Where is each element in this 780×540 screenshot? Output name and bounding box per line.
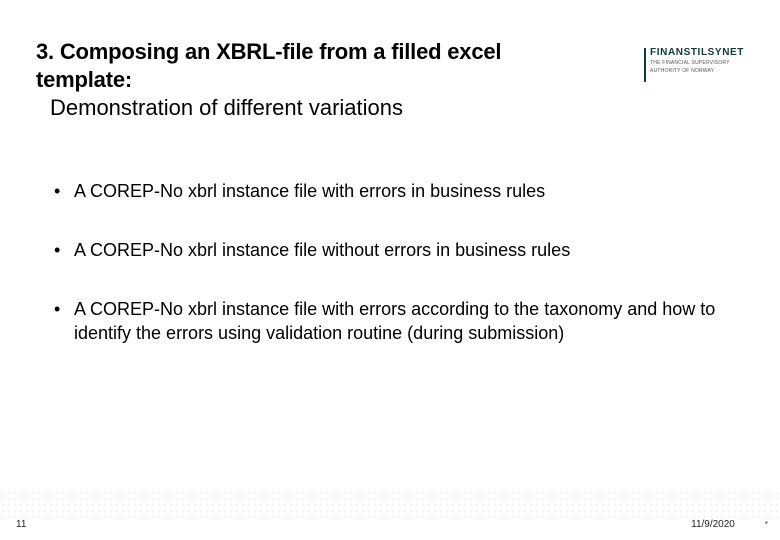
slide: 3. Composing an XBRL-file from a filled … (0, 0, 780, 540)
dotted-divider-icon (0, 490, 780, 518)
title-block: 3. Composing an XBRL-file from a filled … (36, 38, 566, 122)
logo-name: FINANSTILSYNET (650, 48, 744, 58)
page-number: 11 (16, 519, 26, 530)
bullet-list: A COREP-No xbrl instance file with error… (48, 180, 744, 346)
list-item: A COREP-No xbrl instance file with error… (48, 298, 744, 345)
slide-title-bold: 3. Composing an XBRL-file from a filled … (36, 38, 566, 93)
logo-bar-icon (644, 48, 646, 82)
header-row: 3. Composing an XBRL-file from a filled … (36, 38, 744, 122)
logo-tagline-1: THE FINANCIAL SUPERVISORY (650, 60, 744, 66)
logo-text: FINANSTILSYNET THE FINANCIAL SUPERVISORY… (650, 48, 744, 74)
content: A COREP-No xbrl instance file with error… (36, 180, 744, 346)
logo-tagline-2: AUTHORITY OF NORWAY (650, 68, 744, 74)
list-item: A COREP-No xbrl instance file with error… (48, 180, 744, 203)
footer-right: 11/9/2020 * (691, 519, 768, 530)
footer-date: 11/9/2020 (691, 519, 735, 530)
footer-marker: * (765, 520, 768, 529)
slide-title-sub: Demonstration of different variations (36, 94, 566, 122)
logo: FINANSTILSYNET THE FINANCIAL SUPERVISORY… (644, 48, 744, 82)
list-item: A COREP-No xbrl instance file without er… (48, 239, 744, 262)
footer: 11 11/9/2020 * (16, 519, 768, 530)
